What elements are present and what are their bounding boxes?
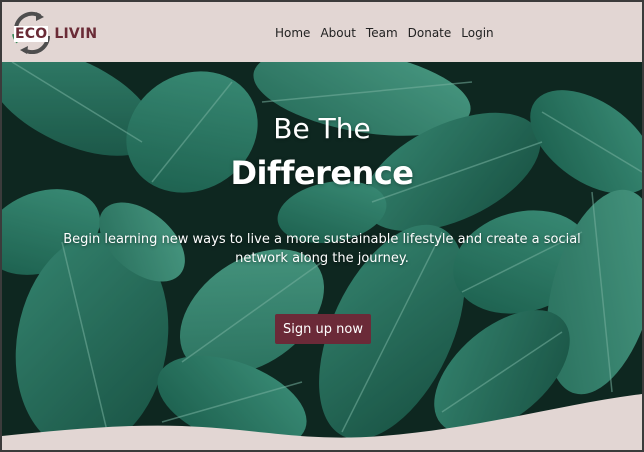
main-nav: Home About Team Donate Login — [275, 26, 504, 40]
wave-divider — [2, 394, 642, 450]
navbar: ECO LIVIN Home About Team Donate Login — [2, 2, 642, 62]
hero-section: Be The Difference Begin learning new way… — [2, 62, 642, 450]
hero-title-line1: Be The — [273, 112, 371, 145]
sign-up-button[interactable]: Sign up now — [275, 314, 371, 344]
nav-donate-link[interactable]: Donate — [408, 26, 452, 40]
logo-eco-text: ECO — [14, 26, 49, 42]
page-frame: ECO LIVIN Home About Team Donate Login B… — [0, 0, 644, 452]
nav-login-link[interactable]: Login — [461, 26, 493, 40]
logo[interactable]: ECO LIVIN — [10, 10, 97, 54]
nav-home-link[interactable]: Home — [275, 26, 310, 40]
nav-about-link[interactable]: About — [320, 26, 355, 40]
logo-livin-text: LIVIN — [54, 26, 98, 42]
logo-text: ECO LIVIN — [14, 26, 97, 42]
nav-team-link[interactable]: Team — [366, 26, 398, 40]
hero-title-line2: Difference — [230, 154, 414, 192]
hero-tagline: Begin learning new ways to live a more s… — [63, 232, 581, 266]
